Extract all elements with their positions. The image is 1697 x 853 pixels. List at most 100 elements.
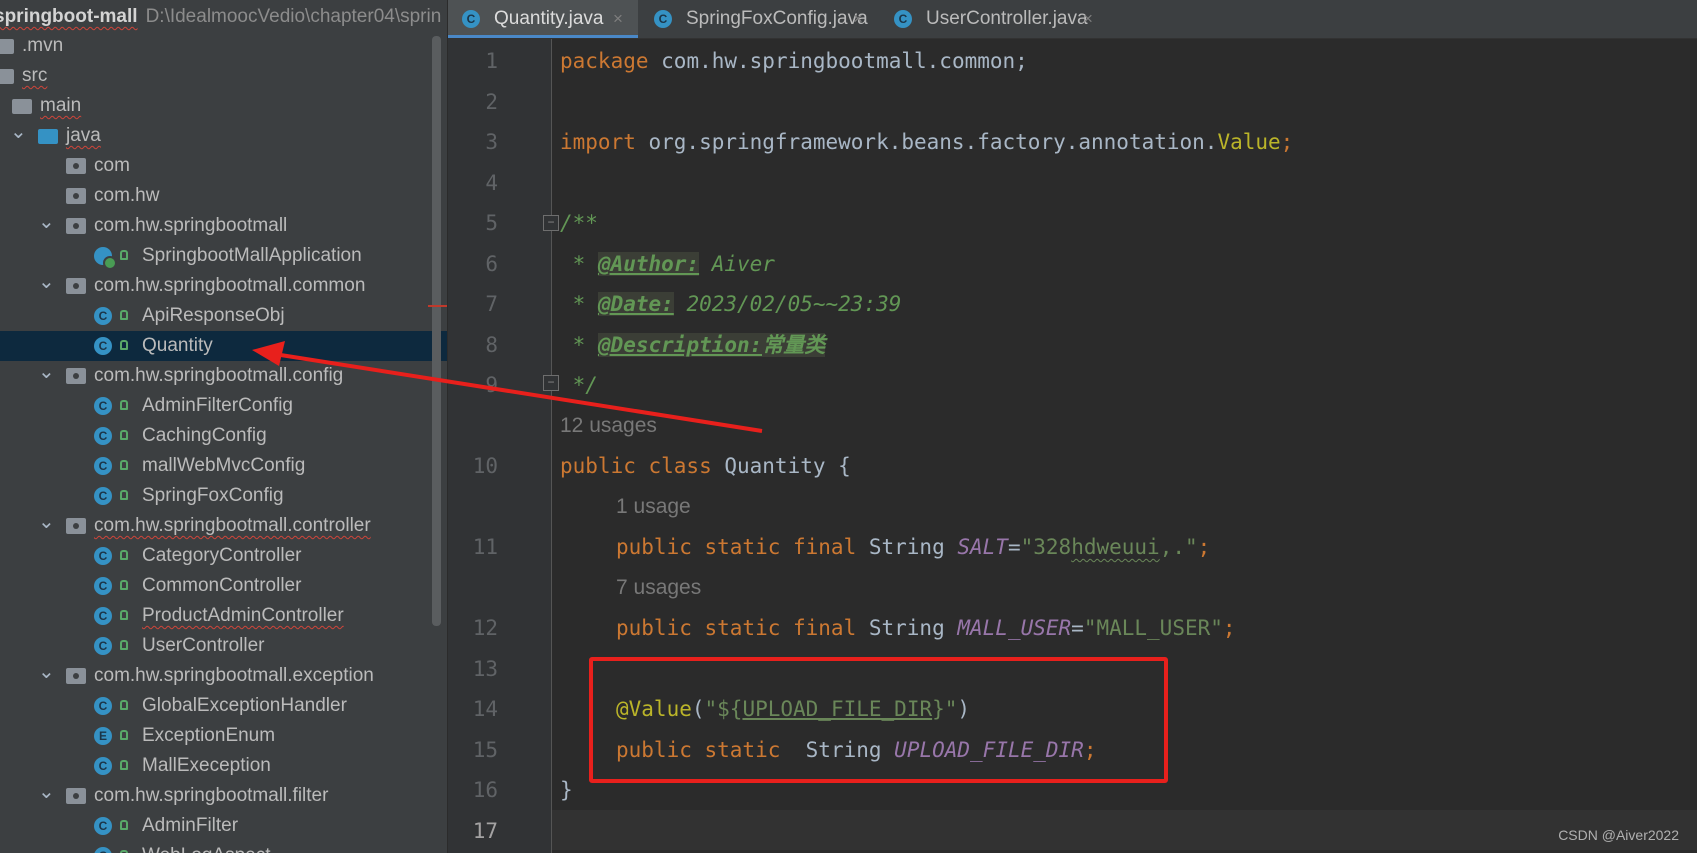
- tree-item-globalexceptionhandler[interactable]: C GlobalExceptionHandler: [0, 691, 448, 721]
- project-header[interactable]: springboot-mall D:\IdealmoocVedio\chapter…: [0, 0, 448, 34]
- project-tool-window: springboot-mall D:\IdealmoocVedio\chapter…: [0, 0, 448, 853]
- line-number[interactable]: 5: [448, 208, 498, 238]
- tree-item-commoncontroller[interactable]: C CommonController: [0, 571, 448, 601]
- tree-item-com-hw[interactable]: com.hw: [0, 181, 448, 211]
- tree-item-label: java: [66, 125, 101, 146]
- class-icon: C: [94, 427, 112, 445]
- close-icon[interactable]: ×: [1083, 0, 1093, 38]
- gutter-separator: [551, 39, 552, 853]
- code-line-10: public class Quantity {: [560, 454, 851, 478]
- tree-item-exceptionenum[interactable]: E ExceptionEnum: [0, 721, 448, 751]
- folder-icon: [12, 99, 32, 114]
- line-number[interactable]: 11: [448, 532, 498, 562]
- tree-item-weblogaspect[interactable]: C WebLogAspect: [0, 841, 448, 853]
- editor-gutter[interactable]: [448, 39, 551, 853]
- line-number[interactable]: 2: [448, 87, 498, 117]
- tree-item-label: CommonController: [142, 575, 302, 596]
- code-line-8: * @Description:常量类: [560, 333, 826, 357]
- project-scrollbar[interactable]: [432, 36, 441, 626]
- tab-springfoxconfig-java[interactable]: C SpringFoxConfig.java ×: [640, 0, 878, 38]
- tab-usercontroller-java[interactable]: C UserController.java ×: [880, 0, 1108, 38]
- tab-quantity-java[interactable]: C Quantity.java ×: [448, 0, 638, 38]
- tree-item-label: com.hw.springbootmall.exception: [94, 665, 374, 686]
- spring-app-class-icon: [94, 247, 117, 270]
- close-icon[interactable]: ×: [613, 0, 623, 38]
- class-icon: C: [94, 697, 112, 715]
- line-number[interactable]: 14: [448, 694, 498, 724]
- chevron-down-icon[interactable]: ⌄: [38, 781, 55, 803]
- folder-icon: [0, 39, 14, 54]
- line-number[interactable]: 1: [448, 46, 498, 76]
- class-icon: C: [94, 397, 112, 415]
- package-icon: [66, 788, 86, 804]
- lock-icon: [120, 640, 128, 650]
- line-number[interactable]: 12: [448, 613, 498, 643]
- line-number[interactable]: 13: [448, 654, 498, 684]
- editor-tab-bar: C Quantity.java × C SpringFoxConfig.java…: [448, 0, 1697, 39]
- line-number[interactable]: 17: [448, 816, 498, 846]
- chevron-down-icon[interactable]: ⌄: [38, 661, 55, 683]
- usage-hint[interactable]: 7 usages: [616, 573, 701, 603]
- tree-item-com-hw-springbootmall-exception[interactable]: ⌄ com.hw.springbootmall.exception: [0, 661, 448, 691]
- fold-marker-icon[interactable]: −: [543, 215, 559, 231]
- line-number[interactable]: 10: [448, 451, 498, 481]
- tree-item-com[interactable]: com: [0, 151, 448, 181]
- lock-icon: [120, 490, 128, 500]
- tree-item-adminfilterconfig[interactable]: C AdminFilterConfig: [0, 391, 448, 421]
- tab-label: SpringFoxConfig.java: [686, 8, 868, 29]
- tree-item-productadmincontroller[interactable]: C ProductAdminController: [0, 601, 448, 631]
- tree-item-adminfilter[interactable]: C AdminFilter: [0, 811, 448, 841]
- tree-item-cachingconfig[interactable]: C CachingConfig: [0, 421, 448, 451]
- tree-item-label: com.hw.springbootmall.filter: [94, 785, 329, 806]
- close-icon[interactable]: ×: [853, 0, 863, 38]
- tree-item-com-hw-springbootmall-common[interactable]: ⌄ com.hw.springbootmall.common: [0, 271, 448, 301]
- chevron-down-icon[interactable]: ⌄: [10, 121, 27, 143]
- tree-item-java[interactable]: ⌄ java: [0, 121, 448, 151]
- chevron-down-icon[interactable]: ⌄: [38, 511, 55, 533]
- tree-item-categorycontroller[interactable]: C CategoryController: [0, 541, 448, 571]
- class-icon: C: [894, 10, 912, 28]
- line-number[interactable]: 15: [448, 735, 498, 765]
- line-number[interactable]: 16: [448, 775, 498, 805]
- tree-item-label: MallExeception: [142, 755, 271, 776]
- tree-item-src[interactable]: src: [0, 61, 448, 91]
- tree-item-label: AdminFilter: [142, 815, 239, 836]
- lock-icon: [120, 310, 128, 320]
- chevron-down-icon[interactable]: ⌄: [38, 211, 55, 233]
- line-number[interactable]: 6: [448, 249, 498, 279]
- fold-end-marker-icon[interactable]: −: [543, 375, 559, 391]
- usage-hint[interactable]: 1 usage: [616, 492, 691, 522]
- usage-hint[interactable]: 12 usages: [560, 411, 657, 441]
- error-stripe-mark: [428, 305, 448, 307]
- tree-item-springbootmallapplication[interactable]: SpringbootMallApplication: [0, 241, 448, 271]
- line-number[interactable]: 3: [448, 127, 498, 157]
- line-number[interactable]: 7: [448, 289, 498, 319]
- tree-item-com-hw-springbootmall-filter[interactable]: ⌄ com.hw.springbootmall.filter: [0, 781, 448, 811]
- project-root-path: D:\IdealmoocVedio\chapter04\sprin: [145, 6, 442, 27]
- project-root-name[interactable]: springboot-mall: [0, 6, 138, 27]
- lock-icon: [120, 460, 128, 470]
- chevron-down-icon[interactable]: ⌄: [38, 361, 55, 383]
- enum-icon: E: [94, 727, 112, 745]
- annotation-highlight-box: [589, 657, 1168, 783]
- line-number[interactable]: 4: [448, 168, 498, 198]
- class-icon: C: [462, 10, 480, 28]
- tree-item-com-hw-springbootmall-controller[interactable]: ⌄ com.hw.springbootmall.controller: [0, 511, 448, 541]
- tree-item-usercontroller[interactable]: C UserController: [0, 631, 448, 661]
- chevron-down-icon[interactable]: ⌄: [38, 271, 55, 293]
- line-number[interactable]: 9: [448, 370, 498, 400]
- line-number[interactable]: 8: [448, 330, 498, 360]
- lock-icon: [120, 400, 128, 410]
- code-line-5: /**: [560, 211, 598, 235]
- class-icon: C: [94, 307, 112, 325]
- tree-item--mvn[interactable]: .mvn: [0, 31, 448, 61]
- tree-item-main[interactable]: main: [0, 91, 448, 121]
- tree-item-springfoxconfig[interactable]: C SpringFoxConfig: [0, 481, 448, 511]
- tree-item-quantity[interactable]: C Quantity: [0, 331, 448, 361]
- tree-item-label: com.hw.springbootmall.controller: [94, 515, 371, 536]
- tree-item-com-hw-springbootmall[interactable]: ⌄ com.hw.springbootmall: [0, 211, 448, 241]
- tree-item-apiresponseobj[interactable]: C ApiResponseObj: [0, 301, 448, 331]
- tree-item-com-hw-springbootmall-config[interactable]: ⌄ com.hw.springbootmall.config: [0, 361, 448, 391]
- tree-item-mallwebmvcconfig[interactable]: CmallWebMvcConfig: [0, 451, 448, 481]
- tree-item-mallexeception[interactable]: C MallExeception: [0, 751, 448, 781]
